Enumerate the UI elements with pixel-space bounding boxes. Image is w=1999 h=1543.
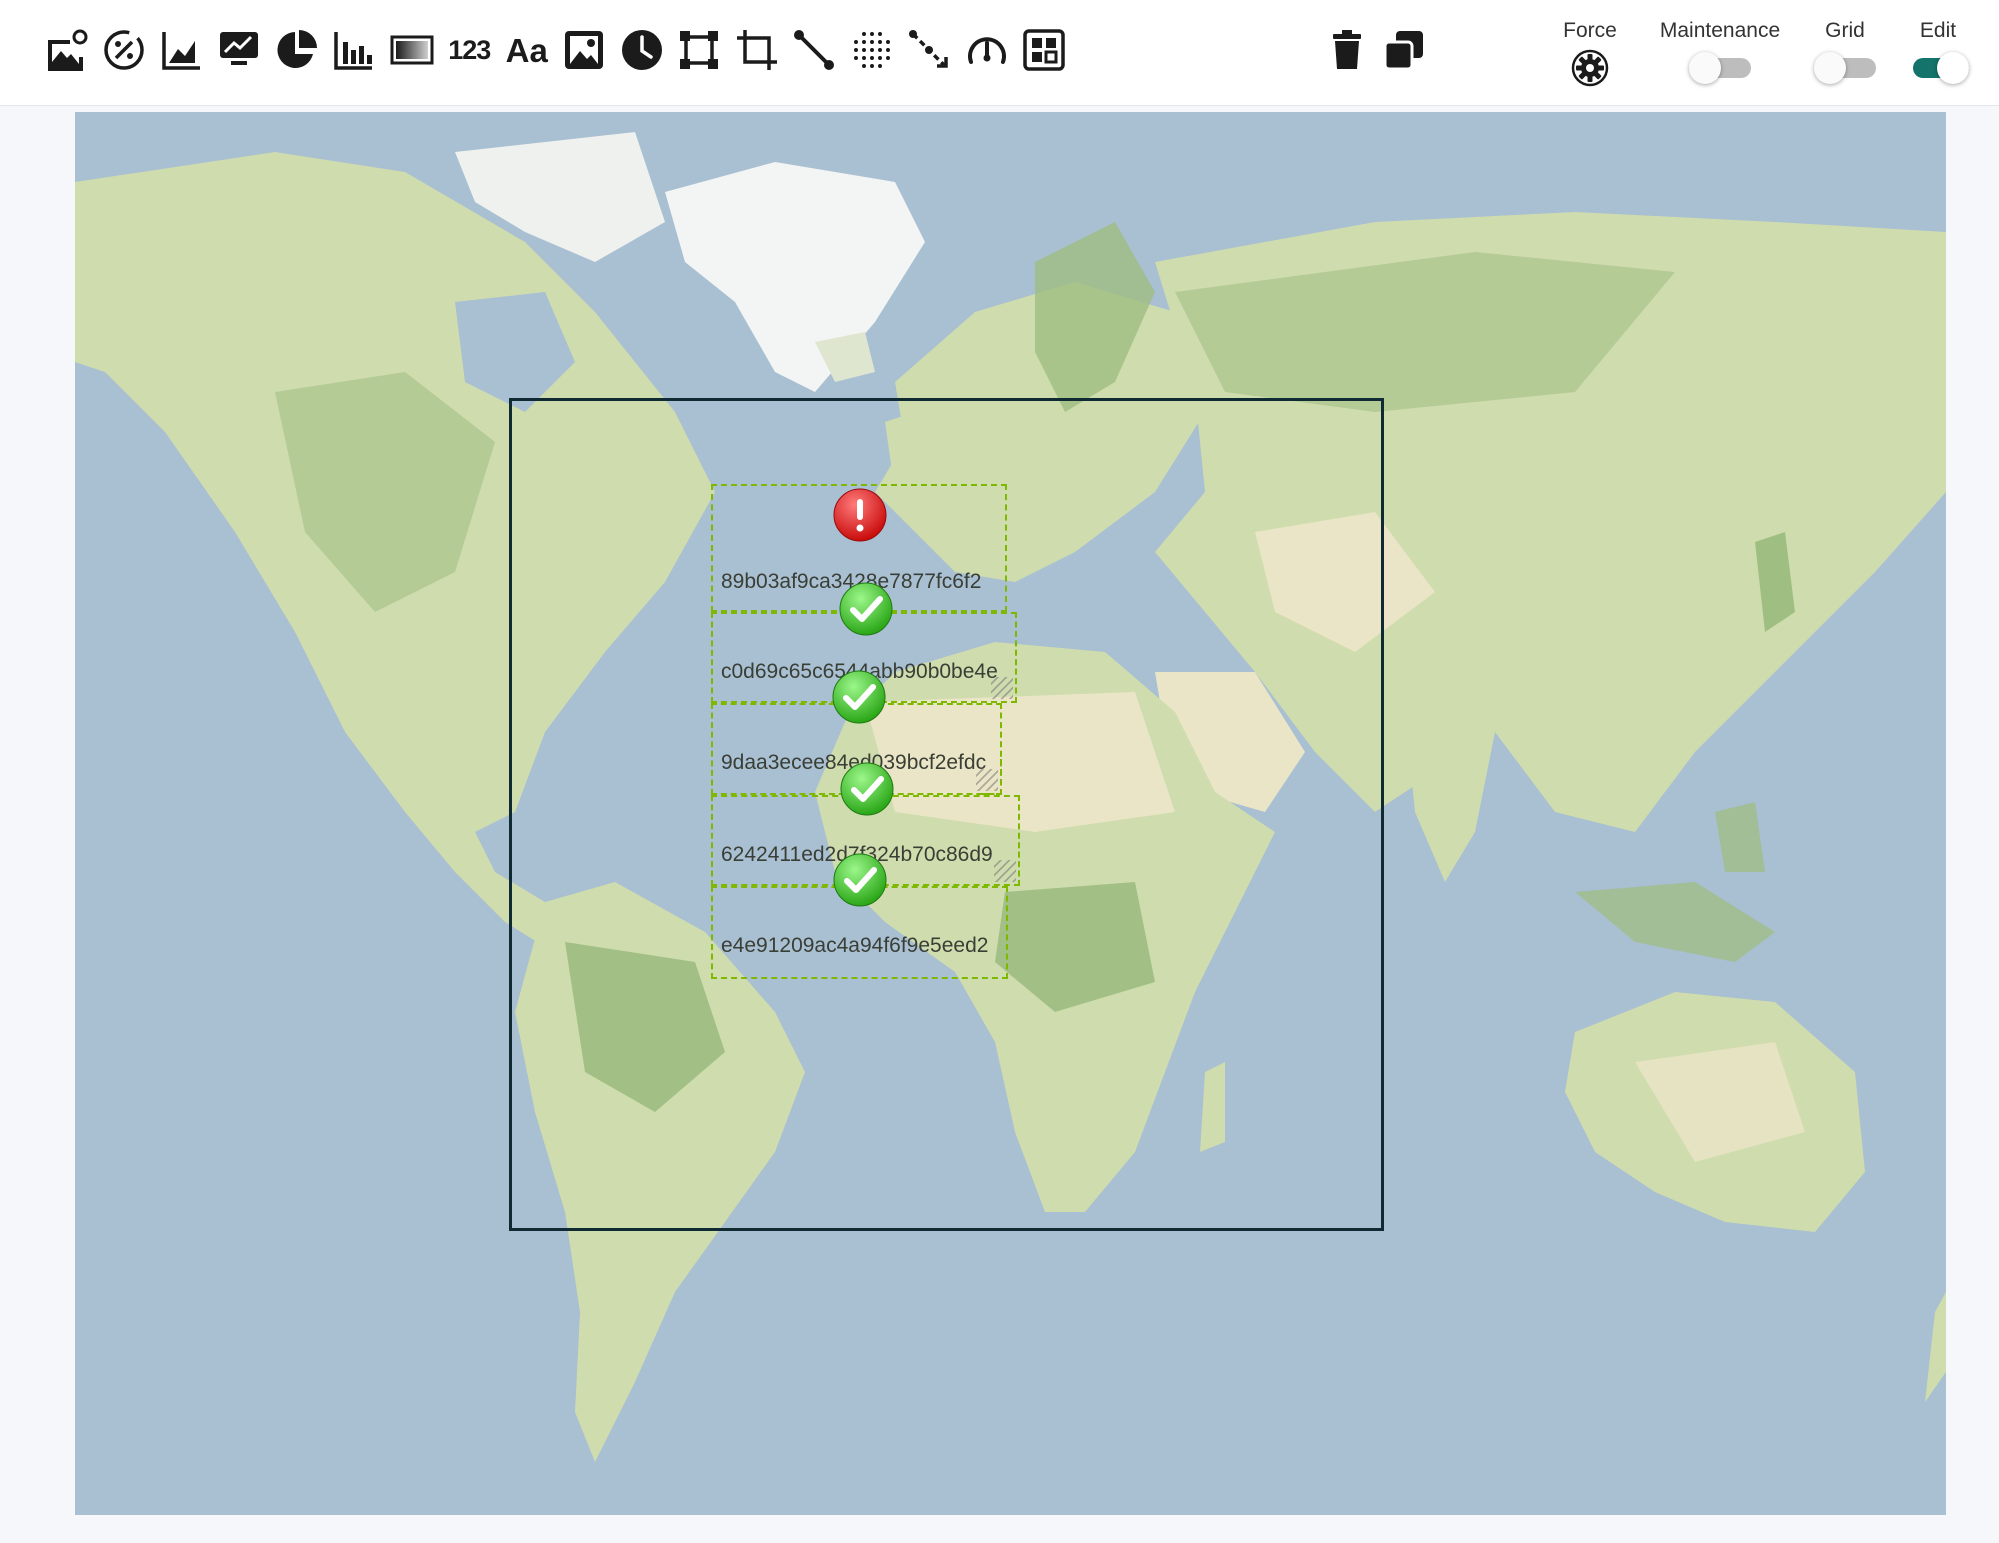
maintenance-toggle[interactable] bbox=[1689, 50, 1751, 84]
text-widget-icon[interactable]: Aa bbox=[498, 22, 556, 78]
toolbar: 123 Aa Force Maintenance Grid Edit bbox=[0, 0, 1999, 106]
bar-chart-icon[interactable] bbox=[326, 22, 384, 78]
ok-status-icon bbox=[838, 581, 894, 637]
clock-icon[interactable] bbox=[613, 22, 671, 78]
percent-gauge-icon[interactable] bbox=[96, 22, 154, 78]
edit-control: Edit bbox=[1900, 18, 1976, 84]
number-widget-icon[interactable]: 123 bbox=[441, 22, 499, 78]
connector-icon[interactable] bbox=[901, 22, 959, 78]
resize-handle[interactable] bbox=[991, 677, 1013, 699]
trash-icon[interactable] bbox=[1318, 22, 1376, 78]
grid-control: Grid bbox=[1802, 18, 1888, 84]
force-control: Force bbox=[1550, 18, 1630, 88]
monitor-chart-icon[interactable] bbox=[211, 22, 269, 78]
selection-actions bbox=[1318, 22, 1433, 78]
node-id-label: e4e91209ac4a94f6f9e5eed2 bbox=[721, 934, 989, 957]
pie-chart-icon[interactable] bbox=[268, 22, 326, 78]
ok-status-icon bbox=[831, 669, 887, 725]
ok-status-icon bbox=[839, 761, 895, 817]
gear-icon[interactable] bbox=[1570, 48, 1610, 88]
crop-icon[interactable] bbox=[728, 22, 786, 78]
maintenance-control: Maintenance bbox=[1650, 18, 1790, 84]
dashboard-grid-icon[interactable] bbox=[1016, 22, 1074, 78]
text-widget-label: Aa bbox=[505, 31, 548, 69]
frame-icon[interactable] bbox=[671, 22, 729, 78]
node-outline bbox=[981, 759, 1002, 795]
error-status-icon bbox=[832, 487, 888, 543]
number-widget-label: 123 bbox=[448, 34, 491, 65]
world-map[interactable]: 89b03af9ca3428e7877fc6f2 c0d69c65c6544ab… bbox=[75, 112, 1946, 1515]
maintenance-label: Maintenance bbox=[1659, 19, 1781, 42]
widget-tools: 123 Aa bbox=[38, 22, 1073, 78]
resize-handle[interactable] bbox=[994, 860, 1016, 882]
dot-grid-icon[interactable] bbox=[843, 22, 901, 78]
edit-label: Edit bbox=[1919, 19, 1957, 42]
image-widget-icon[interactable] bbox=[556, 22, 614, 78]
gradient-bar-icon[interactable] bbox=[383, 22, 441, 78]
edit-toggle[interactable] bbox=[1907, 50, 1969, 84]
grid-label: Grid bbox=[1825, 19, 1865, 42]
speedometer-icon[interactable] bbox=[958, 22, 1016, 78]
add-image-icon[interactable] bbox=[38, 22, 96, 78]
ok-status-icon bbox=[832, 852, 888, 908]
area-chart-icon[interactable] bbox=[153, 22, 211, 78]
force-label: Force bbox=[1563, 19, 1617, 42]
grid-toggle[interactable] bbox=[1814, 50, 1876, 84]
duplicate-icon[interactable] bbox=[1376, 22, 1434, 78]
line-icon[interactable] bbox=[786, 22, 844, 78]
